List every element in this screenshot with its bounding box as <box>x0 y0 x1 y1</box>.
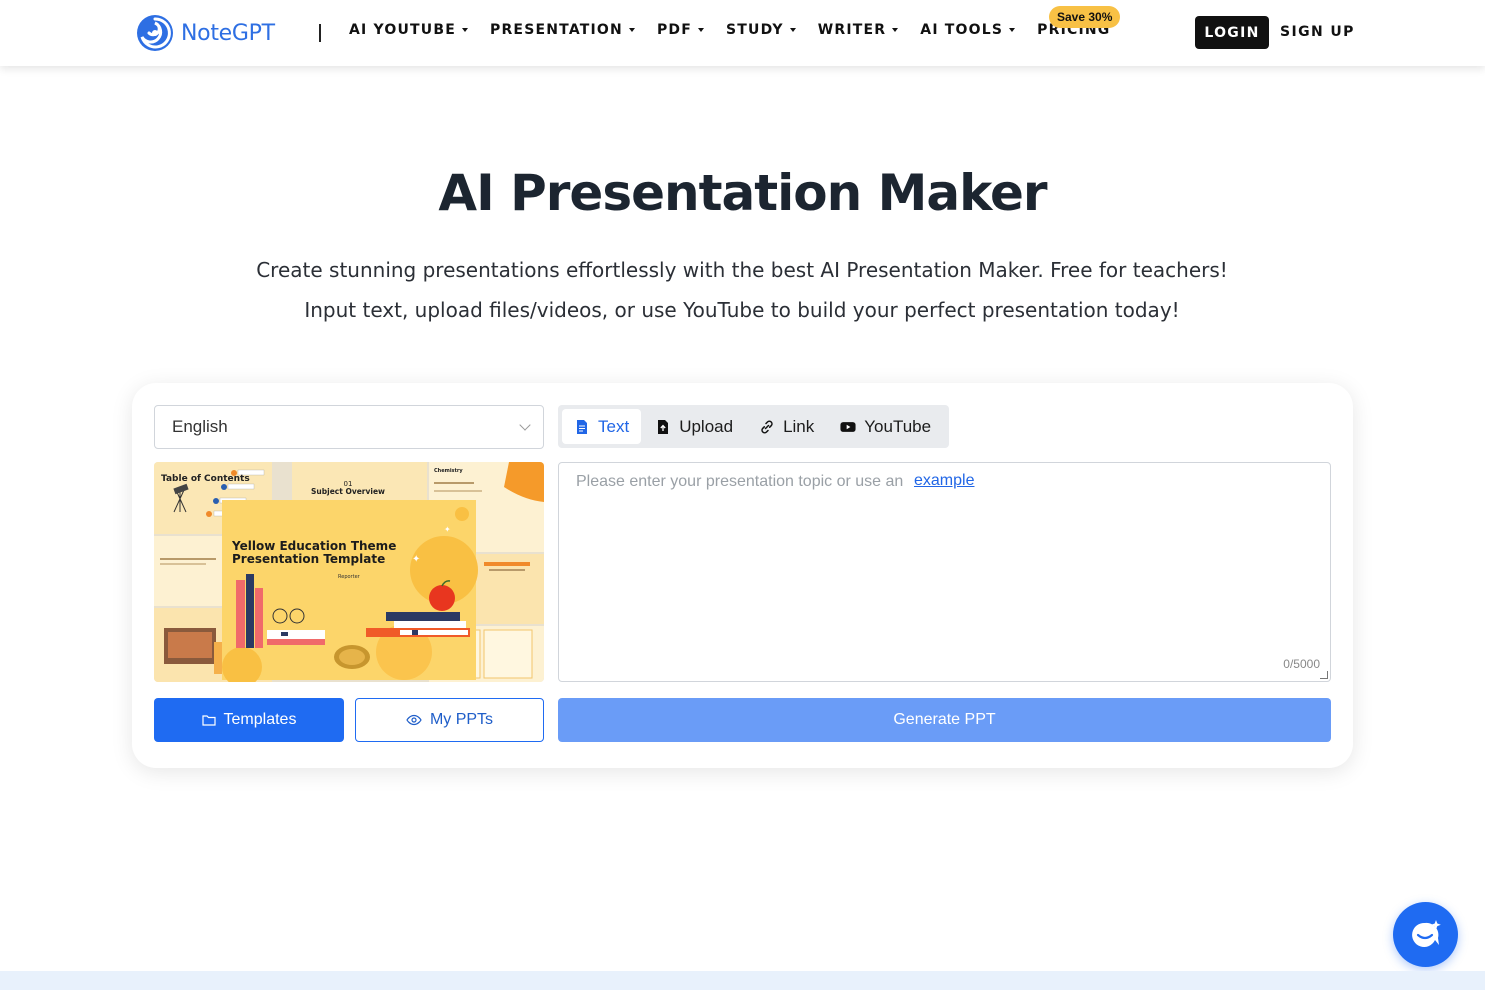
tab-label: Upload <box>679 416 734 436</box>
input-source-tabs: Text Upload Link YouTube <box>558 405 950 448</box>
tab-text[interactable]: Text <box>562 409 642 444</box>
example-link[interactable]: example <box>914 472 974 490</box>
logo-text: NoteGPT <box>181 20 275 46</box>
tab-link[interactable]: Link <box>747 409 826 444</box>
template-preview[interactable]: ✦ ✦ Table of Contents 01 Subject Overvie… <box>154 462 544 682</box>
caret-down-icon <box>698 28 704 32</box>
signup-link[interactable]: SIGN UP <box>1280 24 1355 40</box>
my-ppts-button[interactable]: My PPTs <box>355 698 544 742</box>
nav-label: STUDY <box>726 22 784 38</box>
nav-ai-tools[interactable]: AI TOOLS <box>920 22 1016 38</box>
tab-youtube[interactable]: YouTube <box>828 409 943 444</box>
caret-down-icon <box>892 28 899 32</box>
page-subtitle: Create stunning presentations effortless… <box>256 258 1228 322</box>
tab-label: Text <box>598 416 630 436</box>
page-title: AI Presentation Maker <box>438 164 1047 222</box>
chevron-down-icon <box>519 419 531 431</box>
resize-handle-icon[interactable] <box>1320 671 1328 679</box>
caret-down-icon <box>789 28 796 32</box>
my-ppts-button-label: My PPTs <box>429 711 494 728</box>
nav-label: AI TOOLS <box>920 22 1004 38</box>
login-button[interactable]: LOGIN <box>1195 16 1269 49</box>
generator-card: English Text Upload Link YouTube ✦ ✦ Tab… <box>132 383 1353 768</box>
template-title: Yellow Education Theme Presentation Temp… <box>232 540 397 566</box>
tab-upload[interactable]: Upload <box>643 409 745 444</box>
section-title: Subject Overview <box>311 487 385 496</box>
save-badge: Save 30% <box>1049 6 1121 28</box>
topic-textarea[interactable]: Please enter your presentation topic or … <box>558 462 1331 682</box>
nav-study[interactable]: STUDY <box>726 22 796 38</box>
link-icon <box>761 420 773 433</box>
language-select[interactable]: English <box>154 405 544 449</box>
document-icon <box>577 419 587 434</box>
side-slide-label: Chemistry <box>434 468 463 474</box>
nav-divider <box>319 24 321 42</box>
main-nav: AI YOUTUBE PRESENTATION PDF STUDY WRITER… <box>349 22 1133 38</box>
nav-label: PRESENTATION <box>489 22 623 38</box>
textarea-placeholder: Please enter your presentation topic or … <box>576 473 904 490</box>
nav-label: PDF <box>656 22 692 38</box>
nav-label: WRITER <box>817 22 887 38</box>
top-nav-bar: NoteGPT AI YOUTUBE PRESENTATION PDF STUD… <box>0 0 1485 66</box>
nav-pdf[interactable]: PDF <box>657 22 704 38</box>
caret-down-icon <box>628 28 635 32</box>
notegpt-swirl-icon <box>137 15 173 51</box>
template-preview-image: ✦ ✦ Table of Contents 01 Subject Overvie… <box>154 462 544 682</box>
next-section-band <box>0 971 1485 990</box>
upload-icon <box>658 419 669 434</box>
template-reporter: Reporter <box>338 574 361 580</box>
toc-label: Table of Contents <box>161 474 250 484</box>
svg-text:✦: ✦ <box>444 525 451 534</box>
eye-icon <box>406 714 422 726</box>
logo[interactable]: NoteGPT <box>135 13 275 53</box>
chat-assistant-button[interactable] <box>1393 902 1458 967</box>
nav-writer[interactable]: WRITER <box>818 22 899 38</box>
nav-ai-youtube[interactable]: AI YOUTUBE <box>349 22 468 38</box>
chat-sparkle-icon <box>1411 919 1441 947</box>
generate-ppt-button[interactable]: Generate PPT <box>558 698 1331 742</box>
nav-label: AI YOUTUBE <box>349 22 456 38</box>
youtube-icon <box>840 421 856 432</box>
templates-button[interactable]: Templates <box>154 698 344 742</box>
folder-icon <box>201 715 216 726</box>
caret-down-icon <box>461 28 468 32</box>
nav-presentation[interactable]: PRESENTATION <box>490 22 635 38</box>
tab-label: Link <box>783 416 815 436</box>
language-value: English <box>172 417 228 436</box>
caret-down-icon <box>1009 28 1016 32</box>
tab-label: YouTube <box>864 416 932 436</box>
char-counter: 0/5000 <box>1283 657 1320 671</box>
templates-button-label: Templates <box>223 711 297 728</box>
